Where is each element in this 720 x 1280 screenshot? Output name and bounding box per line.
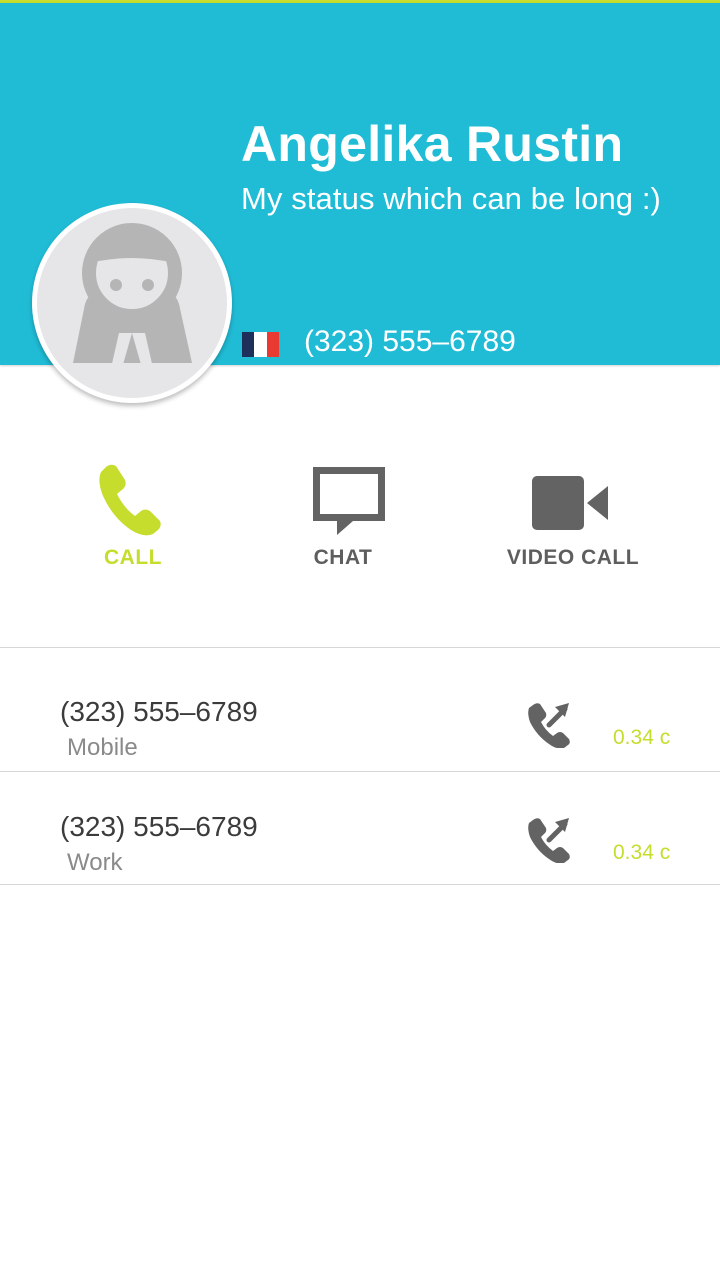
list-item-work[interactable]: (323) 555–6789 Work 0.34 с: [0, 773, 720, 886]
divider: [0, 884, 720, 885]
phone-number: (323) 555–6789: [60, 696, 258, 727]
video-call-button[interactable]: VIDEO CALL: [493, 460, 653, 580]
chat-button[interactable]: CHAT: [283, 460, 403, 580]
france-flag-icon: [242, 332, 279, 357]
contact-status: My status which can be long :): [241, 181, 661, 216]
contact-name: Angelika Rustin: [241, 116, 624, 172]
call-label: CALL: [104, 546, 162, 569]
contact-phone: (323) 555–6789: [304, 325, 516, 358]
call-rate: 0.34 с: [613, 726, 671, 749]
call-button[interactable]: CALL: [73, 460, 193, 580]
video-camera-icon: [532, 476, 608, 530]
outgoing-call-icon[interactable]: [527, 813, 575, 863]
chat-label: CHAT: [313, 546, 373, 569]
phone-number: (323) 555–6789: [60, 811, 258, 842]
phone-type: Mobile: [67, 734, 138, 761]
call-rate: 0.34 с: [613, 841, 671, 864]
video-call-label: VIDEO CALL: [506, 546, 640, 569]
outgoing-call-icon[interactable]: [527, 698, 575, 748]
avatar[interactable]: [32, 203, 232, 403]
list-item-mobile[interactable]: (323) 555–6789 Mobile 0.34 с: [0, 658, 720, 771]
divider: [0, 771, 720, 772]
divider: [0, 647, 720, 648]
phone-icon: [99, 464, 161, 536]
phone-type: Work: [67, 849, 123, 876]
avatar-placeholder-icon: [37, 208, 227, 398]
chat-bubble-icon: [313, 467, 385, 535]
